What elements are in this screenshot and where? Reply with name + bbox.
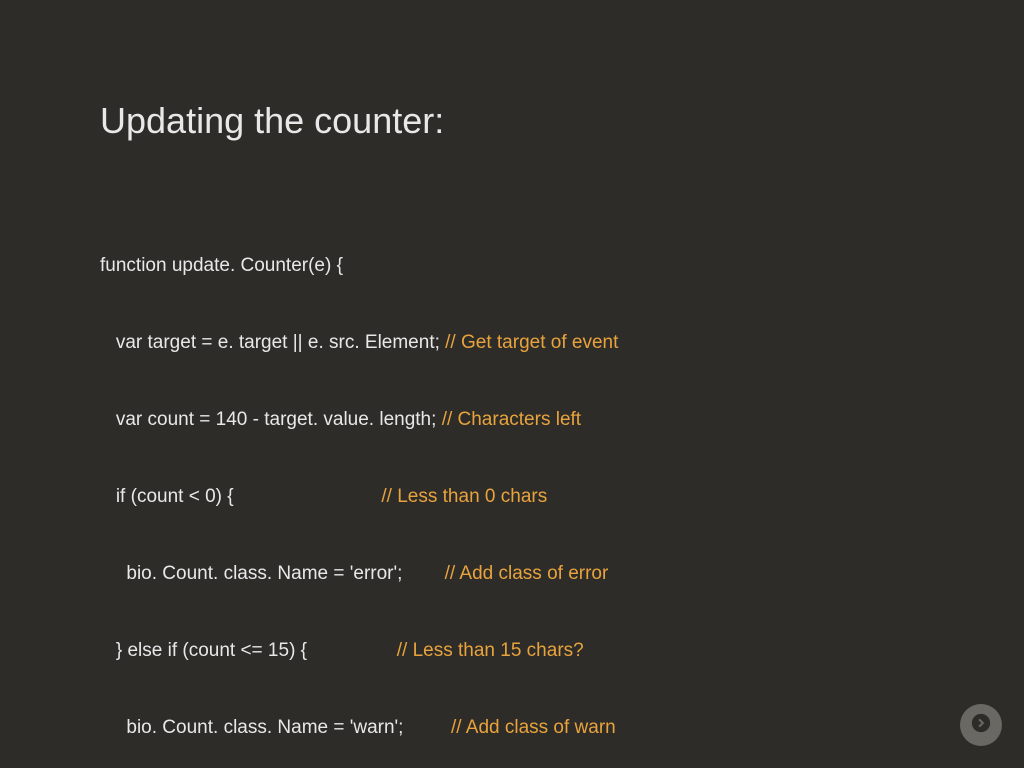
code-text: bio. Count. class. Name = 'error'; [100,563,445,584]
code-comment: // Characters left [442,409,581,430]
code-line: function update. Counter(e) { [100,253,924,279]
code-line: } else if (count <= 15) { // Less than 1… [100,638,924,664]
code-text: function update. Counter(e) { [100,255,343,276]
code-line: var count = 140 - target. value. length;… [100,407,924,433]
next-slide-button[interactable] [960,704,1002,746]
code-text: if (count < 0) { [100,486,381,507]
code-line: bio. Count. class. Name = 'warn'; // Add… [100,715,924,741]
code-text: bio. Count. class. Name = 'warn'; [100,717,451,738]
code-text: } else if (count <= 15) { [100,640,397,661]
code-text: var target = e. target || e. src. Elemen… [100,332,445,353]
code-comment: // Get target of event [445,332,618,353]
code-comment: // Less than 0 chars [381,486,547,507]
arrow-right-icon [970,712,992,739]
code-line: var target = e. target || e. src. Elemen… [100,330,924,356]
code-line: bio. Count. class. Name = 'error'; // Ad… [100,561,924,587]
code-text: var count = 140 - target. value. length; [100,409,442,430]
code-block: function update. Counter(e) { var target… [100,202,924,768]
code-line: if (count < 0) { // Less than 0 chars [100,484,924,510]
slide-title: Updating the counter: [100,100,924,142]
code-comment: // Less than 15 chars? [397,640,584,661]
code-comment: // Add class of warn [451,717,616,738]
code-comment: // Add class of error [445,563,609,584]
slide: Updating the counter: function update. C… [0,0,1024,768]
